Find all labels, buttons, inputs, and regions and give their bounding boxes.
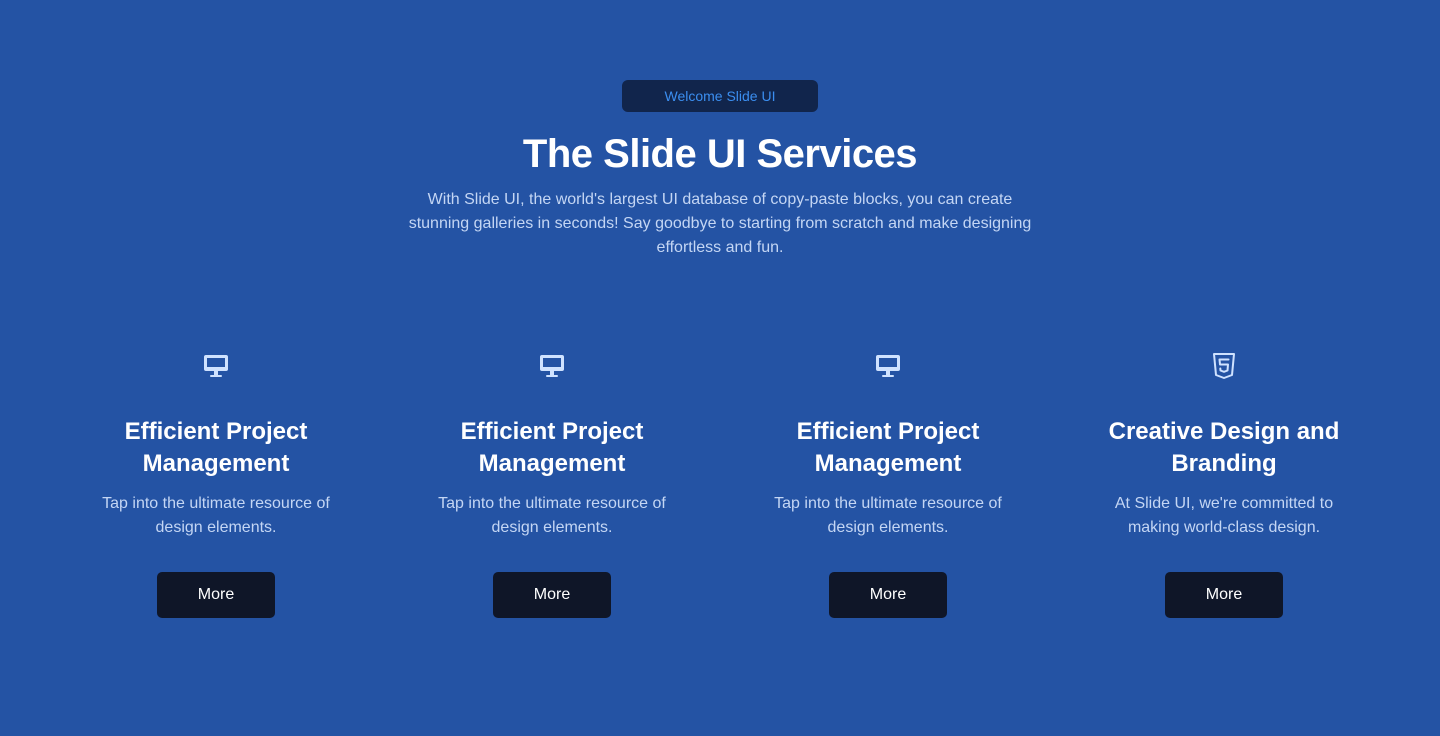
more-button[interactable]: More	[1165, 572, 1283, 618]
hero-section: Welcome Slide UI The Slide UI Services W…	[0, 80, 1440, 260]
service-card: Efficient Project Management Tap into th…	[384, 352, 720, 618]
service-title: Efficient Project Management	[124, 418, 308, 477]
service-title: Efficient Project Management	[796, 418, 980, 477]
more-button[interactable]: More	[493, 572, 611, 618]
welcome-badge: Welcome Slide UI	[622, 80, 818, 112]
service-card: Efficient Project Management Tap into th…	[720, 352, 1056, 618]
service-description: Tap into the ultimate resource of design…	[438, 495, 666, 536]
page-title: The Slide UI Services	[522, 132, 918, 176]
monitor-icon	[204, 355, 228, 377]
service-description: At Slide UI, we're committed to making w…	[1114, 495, 1334, 536]
service-card: Creative Design and Branding At Slide UI…	[1056, 352, 1392, 618]
monitor-icon	[876, 355, 900, 377]
service-title: Efficient Project Management	[460, 418, 644, 477]
page-subtitle: With Slide UI, the world's largest UI da…	[408, 191, 1032, 256]
service-title: Creative Design and Branding	[1108, 418, 1340, 477]
more-button[interactable]: More	[157, 572, 275, 618]
service-description: Tap into the ultimate resource of design…	[102, 495, 330, 536]
services-list: Efficient Project Management Tap into th…	[48, 352, 1392, 618]
more-button[interactable]: More	[829, 572, 947, 618]
html5-icon	[1213, 353, 1235, 379]
service-description: Tap into the ultimate resource of design…	[774, 495, 1002, 536]
service-card: Efficient Project Management Tap into th…	[48, 352, 384, 618]
monitor-icon	[540, 355, 564, 377]
